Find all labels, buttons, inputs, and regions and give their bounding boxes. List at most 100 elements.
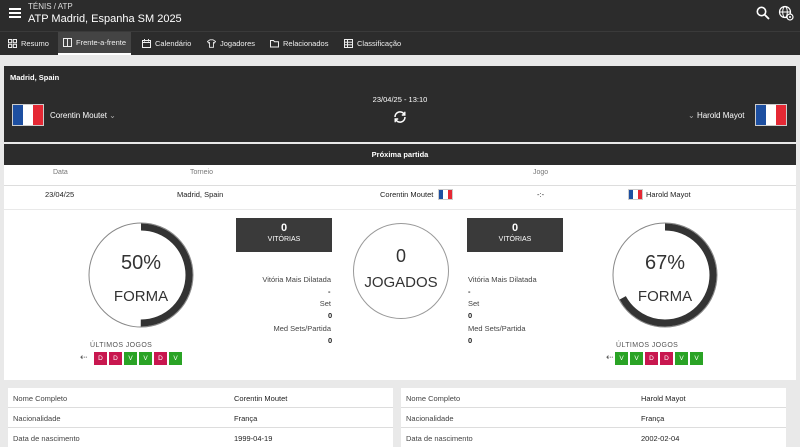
divider	[4, 185, 796, 186]
search-icon[interactable]	[756, 6, 770, 20]
tab-label: Classificação	[357, 39, 402, 48]
player-left-name: Corentin Moutet	[50, 111, 107, 120]
form-ring-left	[88, 222, 194, 328]
tab-relacionados[interactable]: Relacionados	[265, 32, 333, 55]
result-win-badge: V	[139, 352, 152, 365]
info-key: Nacionalidade	[406, 414, 454, 423]
wins-label-left: VITÓRIAS	[267, 236, 301, 243]
chevron-down-icon: ⌄	[109, 111, 116, 120]
next-match-tournament: Madrid, Spain	[177, 190, 224, 199]
shirt-icon	[207, 39, 216, 48]
form-arc-left	[89, 223, 193, 327]
next-match-away[interactable]: Harold Mayot	[646, 190, 691, 199]
info-row: Nacionalidade França	[401, 408, 786, 428]
player-right-selector[interactable]: ⌄ Harold Mayot	[688, 111, 745, 120]
stat-label: Vitória Mais Dilatada	[468, 275, 537, 284]
tab-label: Frente-a-frente	[76, 38, 127, 47]
played-count: 0	[395, 246, 406, 266]
stat-label: Set	[319, 299, 331, 308]
info-value: Harold Mayot	[641, 394, 686, 403]
stat-value-right: 0	[468, 336, 473, 345]
stat-label: Vitória Mais Dilatada	[262, 275, 331, 284]
info-row: Nome Completo Corentin Moutet	[8, 388, 393, 408]
france-flag-small	[628, 189, 643, 200]
result-loss-badge: D	[154, 352, 167, 365]
info-row: Data de nascimento 2002-02-04	[401, 428, 786, 447]
match-datetime: 23/04/25 - 13:10	[372, 95, 428, 104]
info-key: Nacionalidade	[13, 414, 61, 423]
wins-box-left: 0 VITÓRIAS	[236, 218, 332, 252]
form-arc-right	[613, 223, 717, 327]
tab-calendario[interactable]: Calendário	[137, 32, 196, 55]
info-value: 1999-04-19	[234, 434, 273, 443]
stat-label: Set	[468, 299, 480, 308]
last-games-label-left: ÚLTIMOS JOGOS	[90, 342, 153, 349]
result-win-badge: V	[124, 352, 137, 365]
player-info-right: Nome Completo Harold Mayot Nacionalidade…	[401, 388, 786, 447]
refresh-icon[interactable]	[392, 109, 408, 125]
next-match-table: Data Torneio Jogo 23/04/25 Madrid, Spain…	[4, 165, 796, 209]
player-left-selector[interactable]: Corentin Moutet ⌄	[50, 111, 116, 120]
result-win-badge: V	[169, 352, 182, 365]
france-flag-right	[755, 104, 787, 126]
result-win-badge: V	[630, 352, 643, 365]
tab-jogadores[interactable]: Jogadores	[202, 32, 260, 55]
result-win-badge: V	[615, 352, 628, 365]
stat-value-left: 0	[328, 336, 333, 345]
tab-frente-a-frente[interactable]: Frente-a-frente	[58, 32, 132, 55]
stat-value-right: -	[468, 287, 471, 296]
stat-value-right: 0	[468, 311, 473, 320]
versus-icon	[63, 38, 72, 47]
played-circle	[353, 223, 449, 319]
form-label-right: FORMA	[637, 288, 693, 305]
tab-label: Resumo	[21, 39, 49, 48]
info-value: França	[641, 414, 665, 423]
stat-value-left: -	[328, 287, 331, 296]
grid-icon	[8, 39, 17, 48]
next-match-home[interactable]: Corentin Moutet	[380, 190, 433, 199]
folder-icon	[270, 40, 279, 48]
france-flag-small	[438, 189, 453, 200]
match-location: Madrid, Spain	[10, 73, 60, 82]
tab-classificacao[interactable]: Classificação	[339, 32, 406, 55]
tab-label: Jogadores	[220, 39, 256, 48]
form-label-left: FORMA	[113, 288, 169, 305]
info-value: França	[234, 414, 258, 423]
next-match-date: 23/04/25	[45, 190, 75, 199]
stat-value-left: 0	[328, 311, 333, 320]
player-right-name: Harold Mayot	[696, 111, 745, 120]
result-loss-badge: D	[645, 352, 658, 365]
top-bar: TÉNIS / ATP ATP Madrid, Espanha SM 2025	[0, 0, 800, 31]
info-value: Corentin Moutet	[234, 394, 288, 403]
match-header: Madrid, Spain 23/04/25 - 13:10 Corentin …	[4, 66, 796, 142]
calendar-icon	[142, 39, 151, 48]
page-title: ATP Madrid, Espanha SM 2025	[28, 13, 182, 25]
col-header-date: Data	[53, 169, 68, 176]
result-win-badge: V	[675, 352, 688, 365]
globe-settings-icon[interactable]	[778, 5, 794, 21]
col-header-tournament: Torneio	[190, 169, 213, 176]
info-row: Nome Completo Harold Mayot	[401, 388, 786, 408]
form-percent-right: 67%	[644, 252, 686, 274]
info-key: Data de nascimento	[13, 434, 80, 443]
wins-count-right: 0	[511, 222, 519, 234]
tab-label: Calendário	[155, 39, 192, 48]
stat-label: Med Sets/Partida	[273, 324, 331, 333]
wins-count-left: 0	[280, 222, 288, 234]
tab-resumo[interactable]: Resumo	[3, 32, 54, 55]
form-percent-left: 50%	[120, 252, 162, 274]
result-loss-badge: D	[94, 352, 107, 365]
player-info-left: Nome Completo Corentin Moutet Nacionalid…	[8, 388, 393, 447]
next-match-score[interactable]: -:-	[537, 190, 544, 199]
info-key: Data de nascimento	[406, 434, 473, 443]
menu-icon[interactable]	[9, 8, 21, 18]
stat-label: Med Sets/Partida	[468, 324, 526, 333]
france-flag-left	[12, 104, 44, 126]
col-header-game: Jogo	[533, 169, 549, 176]
form-ring-right	[612, 222, 718, 328]
arrow-left-icon: ⇠	[80, 352, 88, 362]
last-games-label-right: ÚLTIMOS JOGOS	[616, 342, 679, 349]
wins-label-right: VITÓRIAS	[498, 236, 532, 243]
tab-label: Relacionados	[283, 39, 329, 48]
breadcrumb[interactable]: TÉNIS / ATP	[28, 2, 73, 11]
